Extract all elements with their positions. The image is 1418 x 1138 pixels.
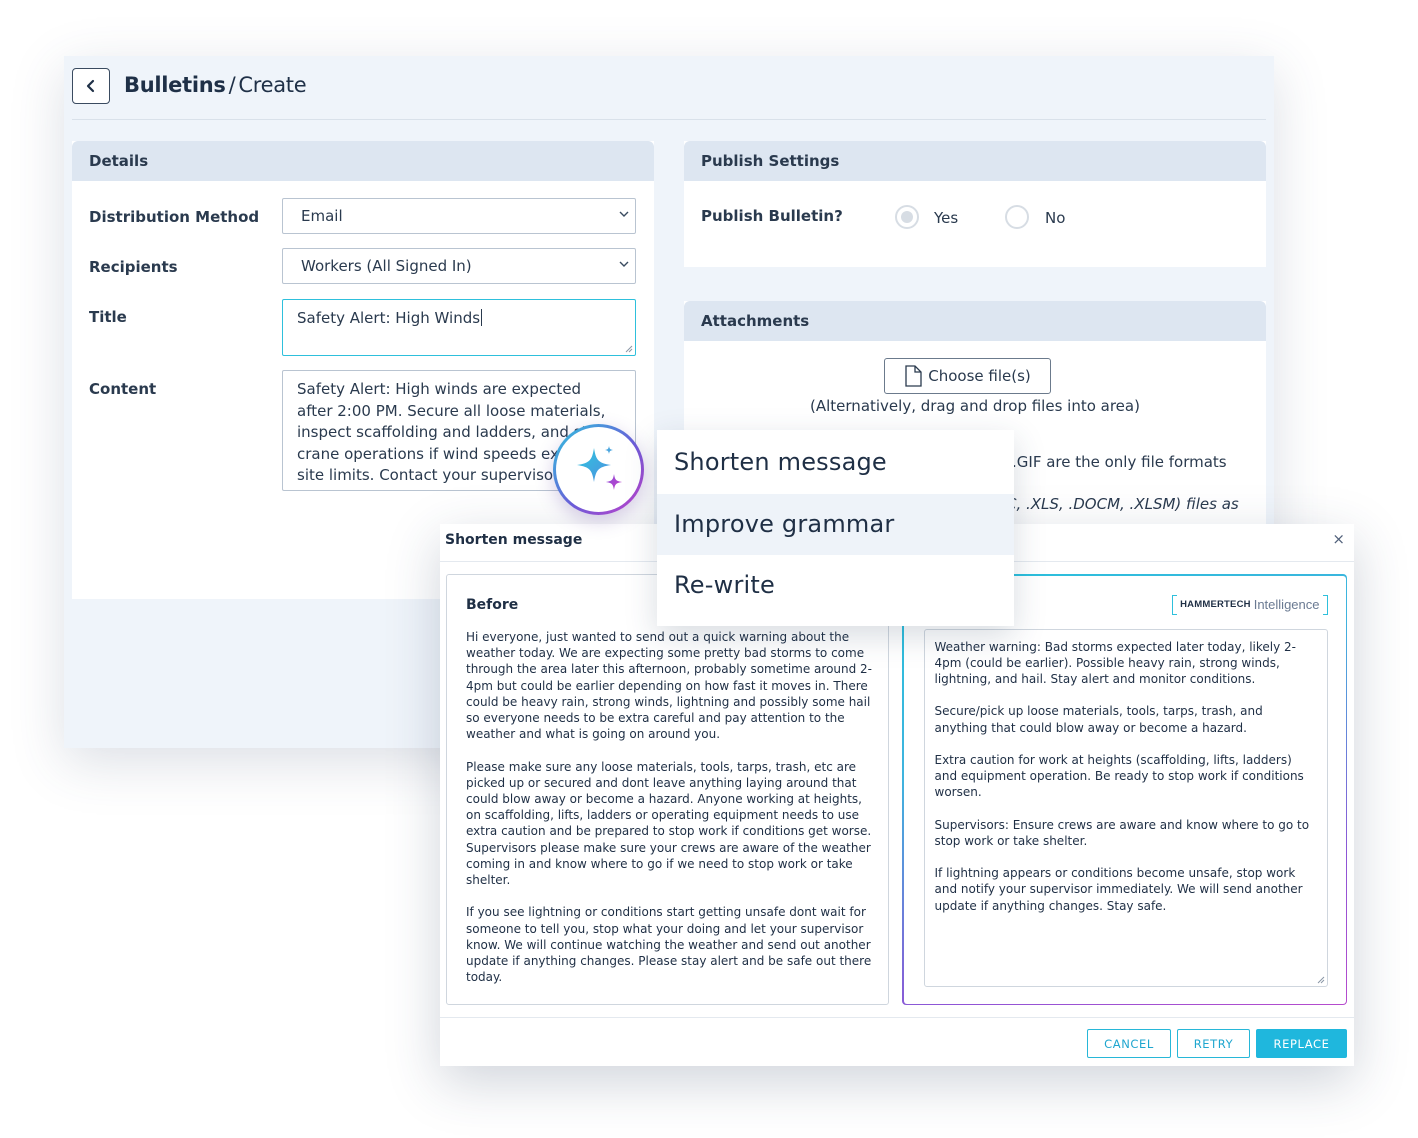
sparkle-icon [576,445,622,490]
publish-yes-label[interactable]: Yes [934,209,958,227]
after-paragraph: Secure/pick up loose materials, tools, t… [934,704,1263,735]
file-icon [905,365,922,387]
distribution-method-select[interactable]: Email [282,198,636,234]
page-header: Bulletins / Create [72,56,1266,120]
text-caret [481,309,483,326]
publish-bulletin-label: Publish Bulletin? [701,207,843,225]
close-icon[interactable]: × [1332,530,1345,548]
title-label: Title [89,308,127,326]
publish-yes-radio[interactable] [895,205,919,229]
title-input-value: Safety Alert: High Winds [297,309,481,327]
breadcrumb: Bulletins / Create [124,73,307,97]
choose-files-label: Choose file(s) [928,367,1031,385]
after-paragraph: If lightning appears or conditions becom… [934,866,1303,913]
hammertech-intelligence-logo: HAMMERTECH Intelligence [1172,594,1328,615]
replace-button[interactable]: REPLACE [1256,1029,1347,1058]
before-paragraph: Please make sure any loose materials, to… [466,759,872,888]
recipients-value: Workers (All Signed In) [301,257,472,275]
before-text: Hi everyone, just wanted to send out a q… [466,629,876,1002]
recipients-select[interactable]: Workers (All Signed In) [282,248,636,284]
brand-name: HAMMERTECH [1180,599,1251,610]
ai-actions-menu: Shorten message Improve grammar Re-write [657,430,1014,626]
file-format-note: .GIF are the only file formats [1012,453,1227,471]
menu-item-improve-grammar[interactable]: Improve grammar [657,494,1014,555]
breadcrumb-current: Create [238,73,307,97]
shortened-message-textarea[interactable]: Weather warning: Bad storms expected lat… [923,628,1328,987]
before-card: Before Hi everyone, just wanted to send … [446,574,889,1005]
publish-no-label[interactable]: No [1045,209,1065,227]
choose-files-button[interactable]: Choose file(s) [884,358,1051,394]
after-paragraph: Extra caution for work at heights (scaff… [934,752,1304,800]
retry-button[interactable]: RETRY [1177,1029,1250,1058]
publish-settings-panel: Publish Settings Publish Bulletin? Yes N… [684,141,1266,267]
details-heading: Details [72,141,654,181]
after-paragraph: Supervisors: Ensure crews are aware and … [934,817,1310,848]
after-card: HAMMERTECH Intelligence Weather warning:… [902,574,1347,1005]
publish-settings-heading: Publish Settings [684,141,1266,181]
menu-item-shorten-message[interactable]: Shorten message [657,430,1014,494]
publish-no-radio[interactable] [1005,205,1029,229]
distribution-method-value: Email [301,207,343,225]
file-format-note-secondary: C, .XLS, .DOCM, .XLSM) files as [1006,495,1239,513]
cancel-button[interactable]: CANCEL [1087,1029,1171,1058]
recipients-label: Recipients [89,258,178,276]
menu-item-re-write[interactable]: Re-write [657,555,1014,616]
chevron-down-icon [619,211,629,217]
back-button[interactable] [72,68,110,104]
attachments-heading: Attachments [684,301,1266,341]
resize-grip-icon[interactable] [1317,976,1325,984]
before-heading: Before [466,597,519,613]
content-label: Content [89,380,157,398]
before-paragraph: Hi everyone, just wanted to send out a q… [466,630,873,742]
modal-footer-divider [440,1017,1354,1018]
drag-drop-hint: (Alternatively, drag and drop files into… [810,397,1140,415]
modal-title: Shorten message [445,532,583,548]
brand-suffix: Intelligence [1253,597,1320,612]
resize-grip-icon[interactable] [625,345,633,353]
ai-assist-button[interactable] [553,424,644,515]
title-input[interactable]: Safety Alert: High Winds [282,299,636,356]
after-paragraph: Weather warning: Bad storms expected lat… [934,639,1297,686]
distribution-method-label: Distribution Method [89,208,260,226]
breadcrumb-separator: / [228,73,236,97]
before-paragraph: If you see lightning or conditions start… [466,905,872,985]
chevron-down-icon [619,261,629,267]
chevron-left-icon [86,79,95,93]
breadcrumb-bulletins[interactable]: Bulletins [124,73,226,97]
